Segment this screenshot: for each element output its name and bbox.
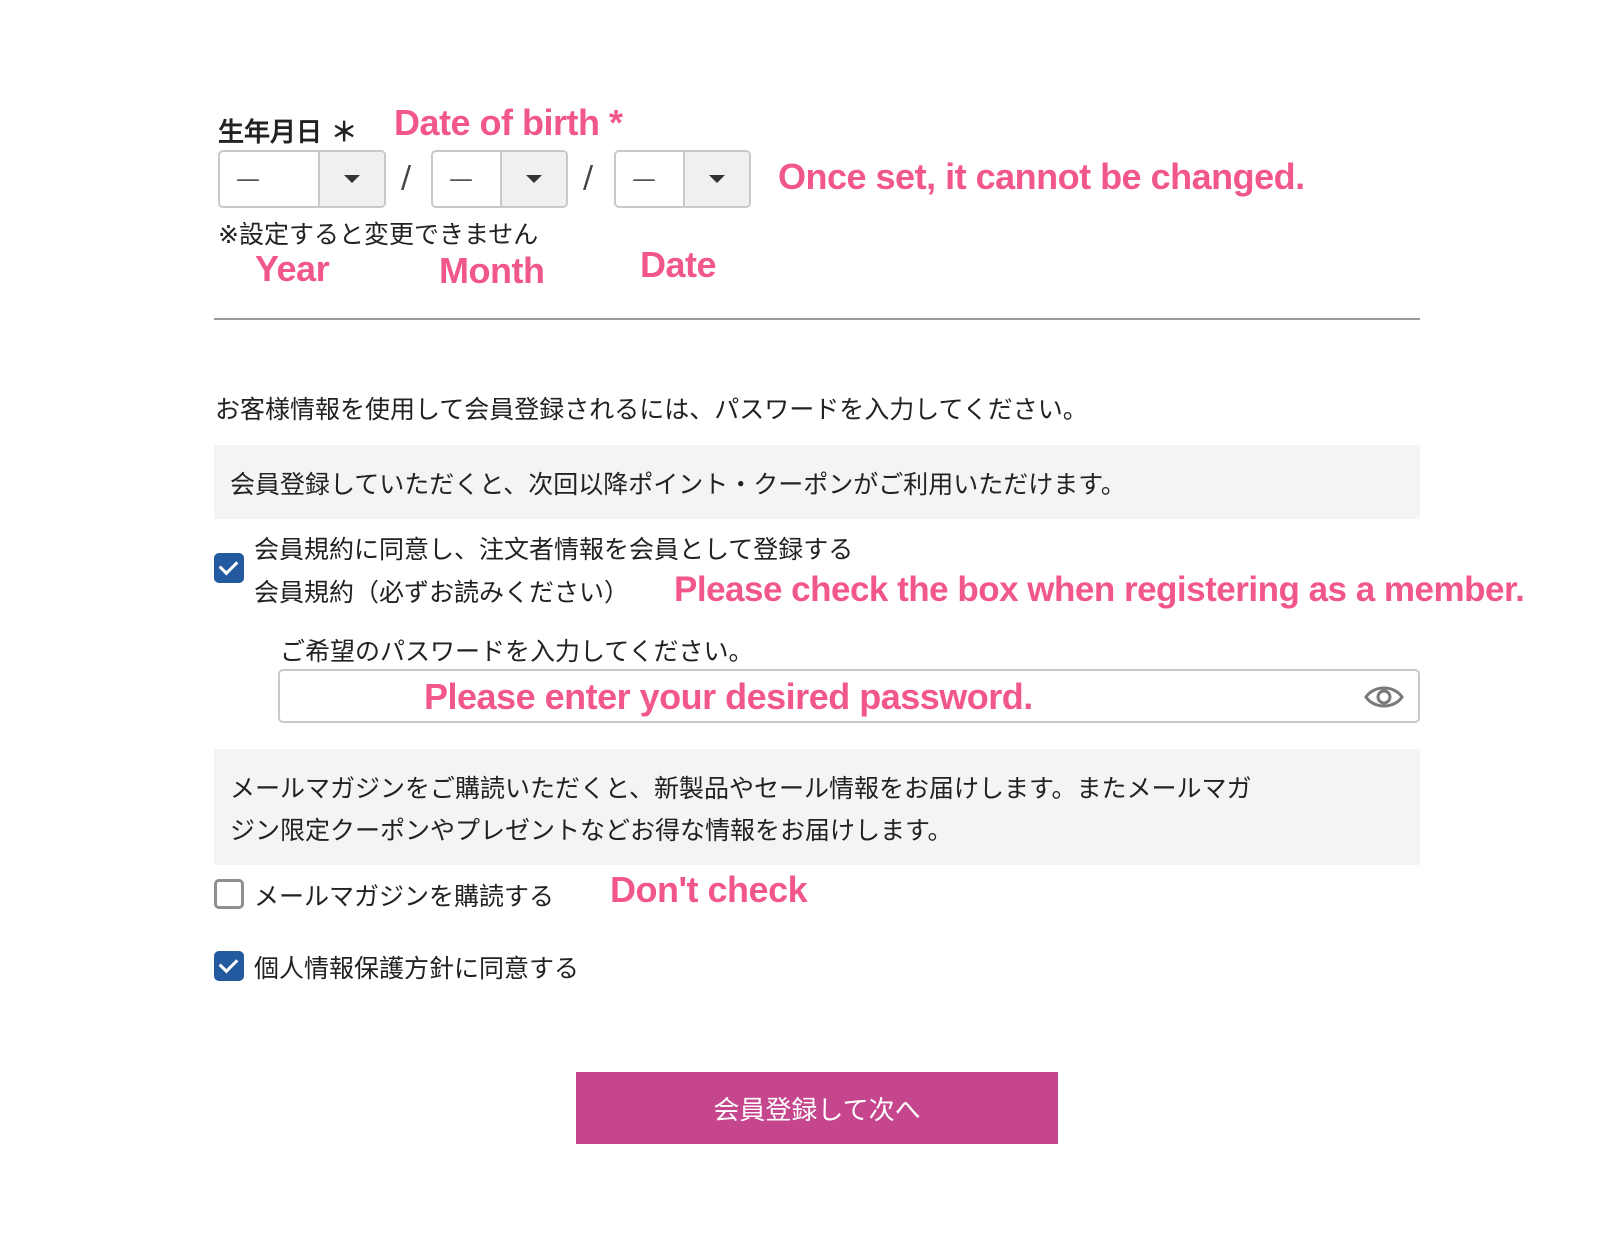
- terms-checkbox[interactable]: [214, 553, 244, 583]
- terms-label[interactable]: 会員規約に同意し、注文者情報を会員として登録する: [254, 530, 853, 566]
- annotation-year: Year: [255, 248, 330, 289]
- password-label: ご希望のパスワードを入力してください。: [280, 637, 754, 666]
- dob-note: ※設定すると変更できません: [218, 220, 539, 249]
- register-next-button[interactable]: 会員登録して次へ: [576, 1072, 1058, 1144]
- checkmark-icon: [218, 953, 239, 974]
- intro-text: お客様情報を使用して会員登録されるには、パスワードを入力してください。: [215, 395, 1088, 424]
- annotation-dont-check: Don't check: [610, 869, 808, 910]
- chevron-down-icon: [318, 152, 384, 206]
- annotation-check-box: Please check the box when registering as…: [674, 570, 1525, 609]
- date-separator: /: [401, 160, 412, 195]
- required-mark: ＊: [331, 118, 358, 148]
- annotation-date: Date: [640, 244, 717, 285]
- year-select-value: —: [236, 165, 260, 193]
- annotation-enter-password: Please enter your desired password.: [424, 676, 1033, 717]
- date-separator: /: [583, 160, 594, 195]
- chevron-down-icon: [683, 152, 749, 206]
- annotation-month: Month: [439, 250, 545, 291]
- newsletter-label[interactable]: メールマガジンを購読する: [254, 877, 554, 913]
- password-field[interactable]: Please enter your desired password.: [278, 669, 1420, 723]
- dob-label: 生年月日 ＊: [218, 112, 357, 149]
- checkmark-icon: [218, 555, 239, 576]
- annotation-dob: Date of birth *: [394, 102, 623, 143]
- chevron-down-icon: [500, 152, 566, 206]
- newsletter-checkbox[interactable]: [214, 879, 244, 909]
- date-select-value: —: [632, 165, 656, 193]
- divider: [214, 318, 1420, 320]
- newsletter-info-line1: メールマガジンをご購読いただくと、新製品やセール情報をお届けします。またメールマ…: [230, 774, 1252, 803]
- privacy-checkbox[interactable]: [214, 951, 244, 981]
- month-select-value: —: [449, 165, 473, 193]
- date-select[interactable]: —: [614, 150, 751, 208]
- annotation-cannot-change: Once set, it cannot be changed.: [778, 156, 1305, 197]
- month-select[interactable]: —: [431, 150, 568, 208]
- terms-link[interactable]: 会員規約（必ずお読みください）: [254, 573, 629, 609]
- member-info-text: 会員登録していただくと、次回以降ポイント・クーポンがご利用いただけます。: [230, 470, 1126, 499]
- newsletter-info-box: メールマガジンをご購読いただくと、新製品やセール情報をお届けします。またメールマ…: [214, 749, 1420, 865]
- eye-icon[interactable]: [1364, 684, 1404, 710]
- year-select[interactable]: —: [218, 150, 386, 208]
- member-info-box: 会員登録していただくと、次回以降ポイント・クーポンがご利用いただけます。: [214, 445, 1420, 519]
- privacy-label[interactable]: 個人情報保護方針に同意する: [254, 949, 579, 985]
- newsletter-info-line2: ジン限定クーポンやプレゼントなどお得な情報をお届けします。: [230, 816, 953, 845]
- dob-label-text: 生年月日: [218, 118, 323, 148]
